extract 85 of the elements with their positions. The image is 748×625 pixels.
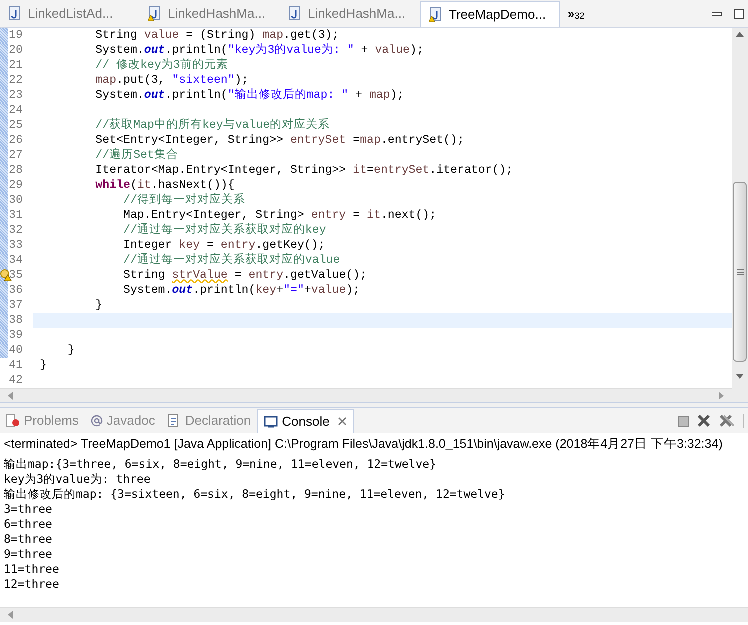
- line-number: 33: [8, 238, 24, 253]
- editor-tab[interactable]: TreeMapDemo...: [420, 1, 560, 27]
- problems-icon: [6, 414, 20, 428]
- line-number: 36: [8, 283, 24, 298]
- console-output-line: 11=three: [4, 562, 60, 577]
- up-arrow-icon: [736, 32, 744, 37]
- view-tab[interactable]: Declaration: [161, 409, 258, 433]
- remove-icon[interactable]: [697, 414, 711, 428]
- java-file-icon: [8, 6, 22, 22]
- editor-tab[interactable]: LinkedHashMa...: [140, 1, 280, 27]
- line-number: 30: [8, 193, 24, 208]
- line-number: 28: [8, 163, 24, 178]
- code-line: //通过每一对对应关系获取对应的value: [122, 253, 342, 268]
- line-number: 31: [8, 208, 24, 223]
- view-tab[interactable]: Javadoc: [84, 409, 162, 433]
- line-number: 22: [8, 73, 24, 88]
- console-output-line: 9=three: [4, 547, 52, 562]
- document-icon: [167, 414, 182, 428]
- line-number: 23: [8, 88, 24, 103]
- code-line: //获取Map中的所有key与value的对应关系: [94, 118, 332, 133]
- line-number: 24: [8, 103, 24, 118]
- java-file-warning-icon: [429, 6, 443, 22]
- line-number: 32: [8, 223, 24, 238]
- line-number: 39: [8, 328, 24, 343]
- line-number: 21: [8, 58, 24, 73]
- console-output-line: key为3的value为: three: [4, 472, 151, 487]
- code-line: Map.Entry<Integer, String> entry = it.next();: [122, 208, 438, 223]
- console-output-line: 输出map:{3=three, 6=six, 8=eight, 9=nine, 11=eleven, 12=twelve}: [4, 457, 436, 472]
- code-line: //遍历Set集合: [94, 148, 180, 163]
- console-output-line: 8=three: [4, 532, 52, 547]
- horizontal-scrollbar[interactable]: [0, 388, 732, 402]
- code-line: String strValue = entry.getValue();: [122, 268, 368, 283]
- line-number: 20: [8, 43, 24, 58]
- code-line: System.out.println(key+"="+value);: [122, 283, 362, 298]
- line-number: 19: [8, 28, 24, 43]
- down-arrow-icon: [736, 374, 744, 379]
- code-line: System.out.println("输出修改后的map: " + map);: [94, 88, 406, 103]
- code-line: }: [39, 358, 48, 373]
- line-number: 41: [8, 358, 24, 373]
- line-number: 42: [8, 373, 24, 388]
- line-number: 40: [8, 343, 24, 358]
- editor-tab[interactable]: LinkedHashMa...: [280, 1, 420, 27]
- line-number: 26: [8, 133, 24, 148]
- java-file-warning-icon: [148, 6, 162, 22]
- more-tabs-button[interactable]: »$_{32}$: [560, 1, 585, 27]
- line-number: 29: [8, 178, 24, 193]
- code-line: map.put(3, "sixteen");: [94, 73, 250, 88]
- close-icon[interactable]: [338, 417, 347, 426]
- at-sign-icon: [90, 415, 103, 427]
- line-number: 38: [8, 313, 24, 328]
- scrollbar-thumb[interactable]: [733, 182, 747, 362]
- code-line: System.out.println("key为3的value为: " + value);: [94, 43, 425, 58]
- view-tab[interactable]: Problems: [0, 409, 85, 433]
- line-number: 35: [8, 268, 24, 283]
- remove-all-icon[interactable]: [719, 414, 735, 428]
- console-output-line: 6=three: [4, 517, 52, 532]
- right-arrow-icon: [719, 392, 724, 400]
- console-output-line: 3=three: [4, 502, 52, 517]
- monitor-icon: [264, 414, 278, 428]
- left-arrow-icon: [8, 392, 13, 400]
- code-line: }: [66, 343, 76, 358]
- view-tab[interactable]: Console: [257, 409, 354, 433]
- line-number: 34: [8, 253, 24, 268]
- line-number: 25: [8, 118, 24, 133]
- java-file-icon: [288, 6, 302, 22]
- code-line: }: [94, 298, 104, 313]
- code-line: //得到每一对对应关系: [122, 193, 246, 208]
- console-output-line: 输出修改后的map: {3=sixteen, 6=six, 8=eight, 9=nine, 11=eleven, 12=twelve}: [4, 487, 506, 502]
- stop-icon[interactable]: [678, 416, 689, 426]
- console-output-line: 12=three: [4, 577, 60, 592]
- editor-tab[interactable]: LinkedListAd...: [0, 1, 140, 27]
- code-line: while(it.hasNext()){: [94, 178, 236, 193]
- code-line: //通过每一对对应关系获取对应的key: [122, 223, 328, 238]
- grip-icon: [736, 268, 744, 276]
- maximize-icon[interactable]: [734, 9, 744, 19]
- left-arrow-icon: [8, 611, 13, 619]
- line-number: 37: [8, 298, 24, 313]
- code-line: // 修改key为3前的元素: [94, 58, 230, 73]
- code-line: String value = (String) map.get(3);: [94, 28, 340, 43]
- code-line: Set<Entry<Integer, String>> entrySet =map.entrySet();: [94, 133, 466, 148]
- code-line: Iterator<Map.Entry<Integer, String>> it=entrySet.iterator();: [94, 163, 514, 178]
- horizontal-scrollbar[interactable]: [0, 607, 748, 622]
- line-number: 27: [8, 148, 24, 163]
- code-line: Integer key = entry.getKey();: [122, 238, 326, 253]
- vertical-scrollbar[interactable]: [732, 28, 748, 402]
